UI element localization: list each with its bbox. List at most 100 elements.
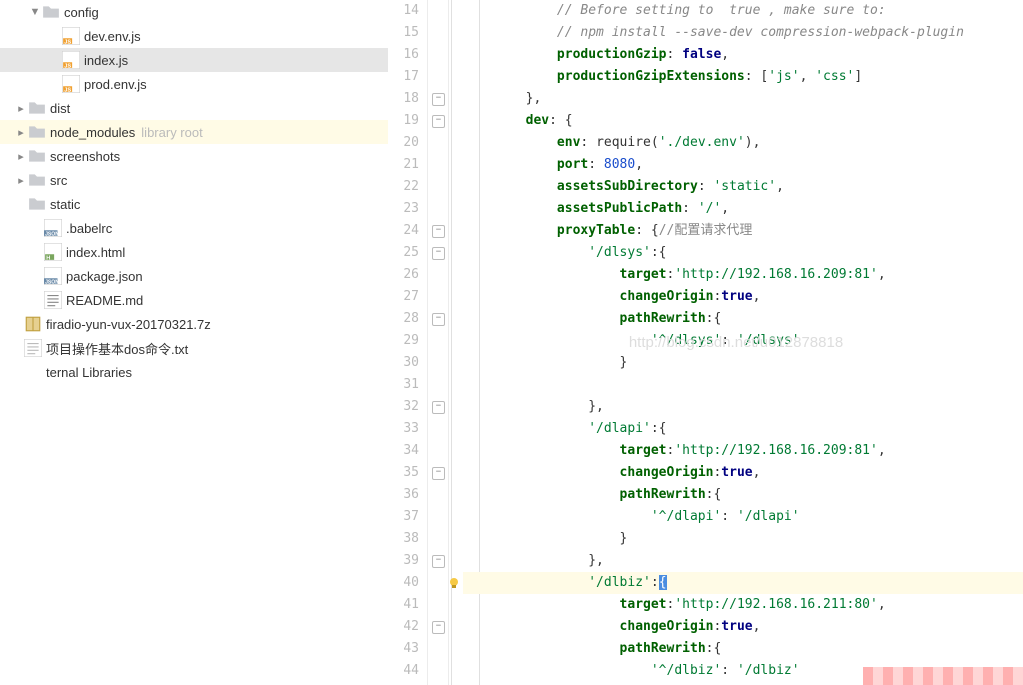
expand-arrow-icon[interactable]: ▸ bbox=[14, 102, 28, 115]
fold-toggle-icon[interactable]: − bbox=[432, 467, 445, 480]
code-line[interactable]: target:'http://192.168.16.211:80', bbox=[463, 594, 1023, 616]
code-line[interactable]: changeOrigin:true, bbox=[463, 462, 1023, 484]
line-number: 44 bbox=[388, 660, 419, 682]
line-number: 27 bbox=[388, 286, 419, 308]
svg-text:JSON: JSON bbox=[45, 279, 59, 285]
code-line[interactable]: '/dlapi':{ bbox=[463, 418, 1023, 440]
tree-item[interactable]: JSON package.json bbox=[0, 264, 388, 288]
code-line[interactable]: pathRewrith:{ bbox=[463, 484, 1023, 506]
project-tree[interactable]: ▼configJSdev.env.jsJSindex.jsJSprod.env.… bbox=[0, 0, 388, 685]
line-number: 36 bbox=[388, 484, 419, 506]
svg-text:H: H bbox=[46, 255, 50, 261]
line-number: 25 bbox=[388, 242, 419, 264]
code-line[interactable]: } bbox=[463, 352, 1023, 374]
tree-item[interactable]: ▸ dist bbox=[0, 96, 388, 120]
fold-toggle-icon[interactable]: − bbox=[432, 313, 445, 326]
code-line[interactable]: pathRewrith:{ bbox=[463, 308, 1023, 330]
tree-item[interactable]: ▸ src bbox=[0, 168, 388, 192]
code-line[interactable]: '/dlbiz':{ bbox=[463, 572, 1023, 594]
bulb-icon[interactable] bbox=[447, 576, 461, 590]
line-number: 42 bbox=[388, 616, 419, 638]
code-line[interactable]: '^/dlsys': '/dlsys' bbox=[463, 330, 1023, 352]
line-number: 35 bbox=[388, 462, 419, 484]
tree-item[interactable]: firadio-yun-vux-20170321.7z bbox=[0, 312, 388, 336]
code-line[interactable]: }, bbox=[463, 550, 1023, 572]
expand-arrow-icon[interactable]: ▸ bbox=[14, 150, 28, 163]
code-line[interactable]: // npm install --save-dev compression-we… bbox=[463, 22, 1023, 44]
tree-item[interactable]: Hindex.html bbox=[0, 240, 388, 264]
svg-text:JS: JS bbox=[64, 87, 71, 93]
line-number: 20 bbox=[388, 132, 419, 154]
fold-toggle-icon[interactable]: − bbox=[432, 225, 445, 238]
tree-item[interactable]: JSprod.env.js bbox=[0, 72, 388, 96]
tree-item[interactable]: ternal Libraries bbox=[0, 360, 388, 384]
tree-item-hint: library root bbox=[141, 125, 202, 140]
json-icon: JSON bbox=[44, 219, 62, 237]
line-number: 41 bbox=[388, 594, 419, 616]
line-number: 23 bbox=[388, 198, 419, 220]
txt-icon bbox=[24, 339, 42, 357]
code-line[interactable]: env: require('./dev.env'), bbox=[463, 132, 1023, 154]
code-line[interactable]: proxyTable: {//配置请求代理 bbox=[463, 220, 1023, 242]
tree-item[interactable]: README.md bbox=[0, 288, 388, 312]
tree-item[interactable]: JSON.babelrc bbox=[0, 216, 388, 240]
line-number: 17 bbox=[388, 66, 419, 88]
fold-toggle-icon[interactable]: − bbox=[432, 555, 445, 568]
folder-icon bbox=[28, 171, 46, 189]
tree-item-label: firadio-yun-vux-20170321.7z bbox=[46, 317, 211, 332]
line-number: 37 bbox=[388, 506, 419, 528]
tree-item[interactable]: static bbox=[0, 192, 388, 216]
code-line[interactable]: // Before setting to true , make sure to… bbox=[463, 0, 1023, 22]
tree-item-label: 项目操作基本dos命令.txt bbox=[46, 339, 188, 358]
code-line[interactable]: target:'http://192.168.16.209:81', bbox=[463, 264, 1023, 286]
tree-item[interactable]: ▼config bbox=[0, 0, 388, 24]
code-line[interactable]: '^/dlapi': '/dlapi' bbox=[463, 506, 1023, 528]
folder-icon bbox=[28, 123, 46, 141]
code-line[interactable]: productionGzipExtensions: ['js', 'css'] bbox=[463, 66, 1023, 88]
tree-item[interactable]: 项目操作基本dos命令.txt bbox=[0, 336, 388, 360]
tree-item[interactable]: JSindex.js bbox=[0, 48, 388, 72]
code-line[interactable]: port: 8080, bbox=[463, 154, 1023, 176]
code-line[interactable]: productionGzip: false, bbox=[463, 44, 1023, 66]
tree-item[interactable]: ▸screenshots bbox=[0, 144, 388, 168]
folder-icon bbox=[42, 3, 60, 21]
js-icon: JS bbox=[62, 51, 80, 69]
expand-arrow-icon[interactable]: ▸ bbox=[14, 126, 28, 139]
code-line[interactable]: } bbox=[463, 528, 1023, 550]
expand-arrow-icon[interactable]: ▼ bbox=[28, 6, 42, 18]
code-line[interactable]: dev: { bbox=[463, 110, 1023, 132]
tree-item[interactable]: ▸node_moduleslibrary root bbox=[0, 120, 388, 144]
fold-toggle-icon[interactable]: − bbox=[432, 621, 445, 634]
code-line[interactable]: }, bbox=[463, 396, 1023, 418]
expand-arrow-icon[interactable]: ▸ bbox=[14, 174, 28, 187]
fold-column[interactable]: − − − − − − − − − bbox=[428, 0, 449, 685]
fold-toggle-icon[interactable]: − bbox=[432, 247, 445, 260]
fold-toggle-icon[interactable]: − bbox=[432, 93, 445, 106]
code-line[interactable]: target:'http://192.168.16.209:81', bbox=[463, 440, 1023, 462]
code-area[interactable]: http://blog.csdn.net/u012878818 // Befor… bbox=[449, 0, 1023, 685]
code-line[interactable]: changeOrigin:true, bbox=[463, 286, 1023, 308]
code-line[interactable]: assetsPublicPath: '/', bbox=[463, 198, 1023, 220]
code-line[interactable] bbox=[463, 374, 1023, 396]
code-line[interactable]: '/dlsys':{ bbox=[463, 242, 1023, 264]
line-gutter: 1415161718192021222324252627282930313233… bbox=[388, 0, 428, 685]
code-line[interactable]: assetsSubDirectory: 'static', bbox=[463, 176, 1023, 198]
blank-icon bbox=[24, 363, 42, 381]
code-editor[interactable]: 1415161718192021222324252627282930313233… bbox=[388, 0, 1023, 685]
svg-text:JS: JS bbox=[64, 63, 71, 69]
fold-toggle-icon[interactable]: − bbox=[432, 115, 445, 128]
code-line[interactable]: }, bbox=[463, 88, 1023, 110]
fold-toggle-icon[interactable]: − bbox=[432, 401, 445, 414]
tree-item[interactable]: JSdev.env.js bbox=[0, 24, 388, 48]
tree-item-label: dev.env.js bbox=[84, 29, 141, 44]
tree-item-label: README.md bbox=[66, 293, 143, 308]
code-line[interactable]: changeOrigin:true, bbox=[463, 616, 1023, 638]
line-number: 15 bbox=[388, 22, 419, 44]
code-line[interactable]: pathRewrith:{ bbox=[463, 638, 1023, 660]
tree-item-label: src bbox=[50, 173, 67, 188]
tree-item-label: dist bbox=[50, 101, 70, 116]
line-number: 18 bbox=[388, 88, 419, 110]
folder-icon bbox=[28, 99, 46, 117]
line-number: 33 bbox=[388, 418, 419, 440]
tree-item-label: package.json bbox=[66, 269, 143, 284]
